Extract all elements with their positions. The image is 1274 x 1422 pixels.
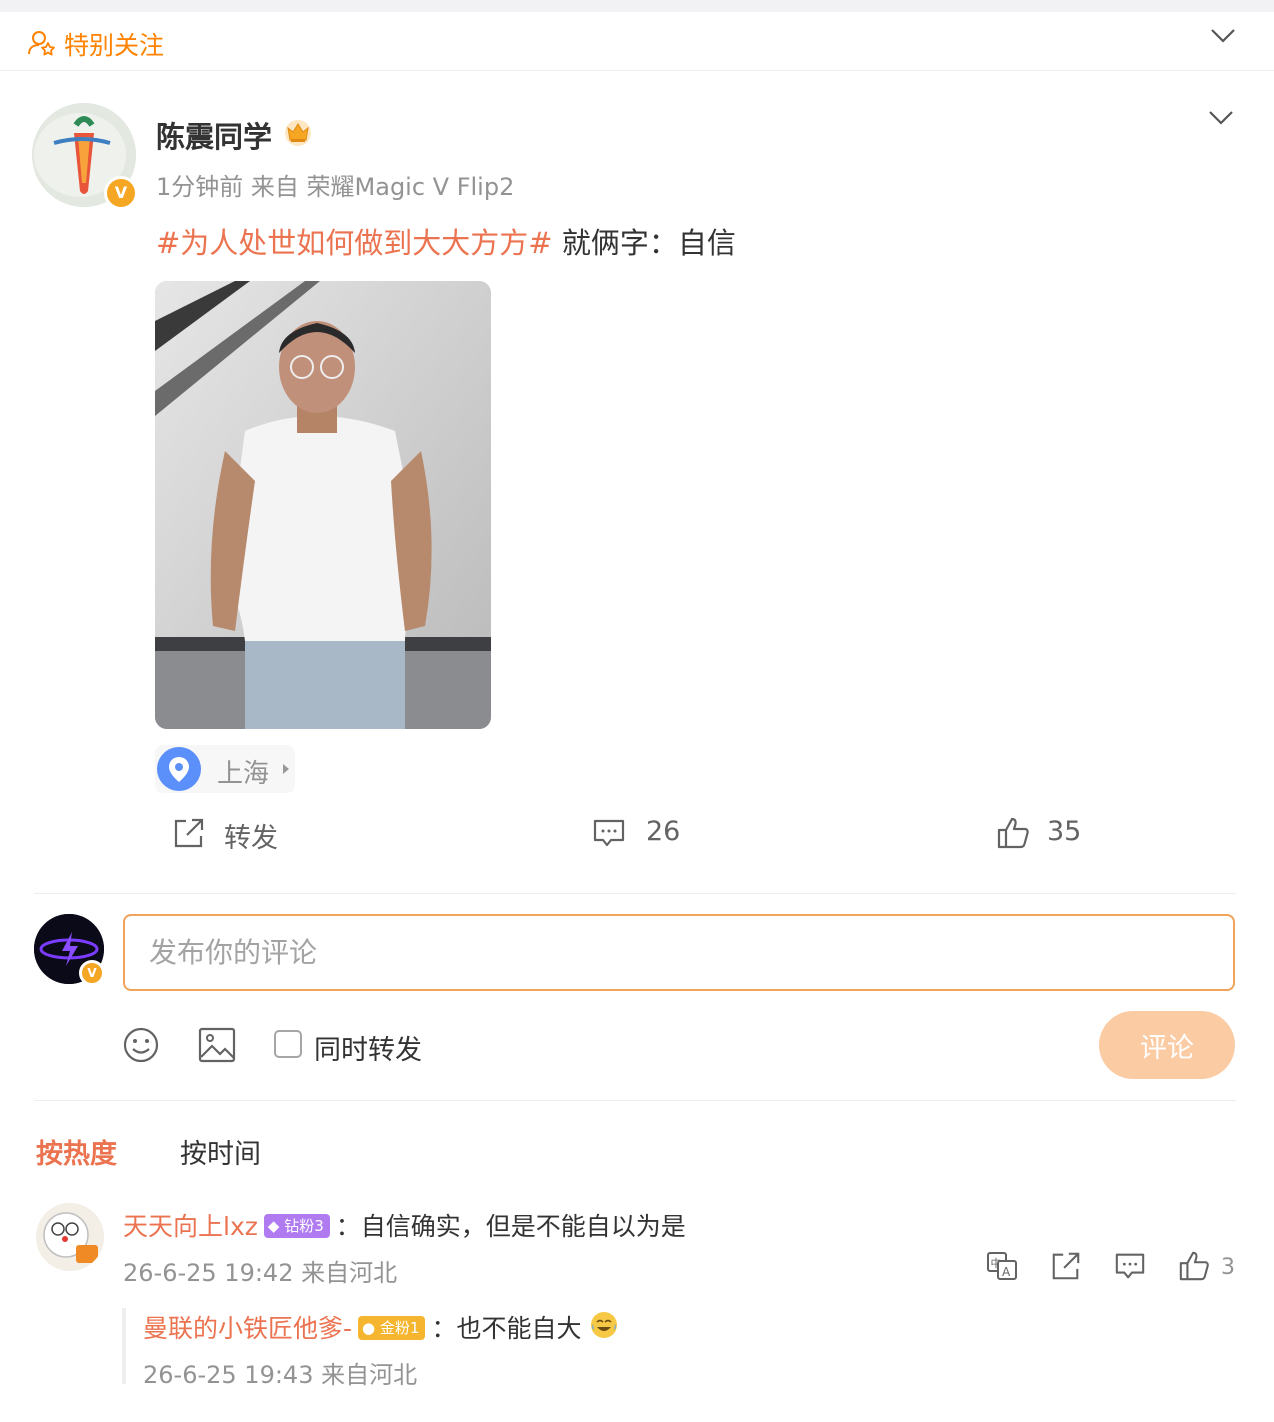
reply-line: 曼联的小铁匠他爹- ● 金粉1 ：也不能自大 (143, 1309, 619, 1350)
comment-button[interactable]: 26 (592, 812, 692, 858)
image-upload-icon[interactable] (197, 1025, 237, 1065)
crown-icon (282, 116, 314, 148)
sort-by-hot-tab[interactable]: 按热度 (36, 1132, 117, 1171)
top-strip (0, 0, 1274, 12)
location-pin-icon (157, 747, 201, 791)
commenter-avatar[interactable] (36, 1203, 104, 1271)
diamond-fan-badge: ◆ 钻粉3 (263, 1214, 330, 1238)
gold-fan-badge: ● 金粉1 (358, 1316, 426, 1340)
comment-icon (592, 816, 626, 854)
comment-share-icon[interactable] (1050, 1250, 1082, 1282)
post-meta: 1分钟前 来自 荣耀Magic V Flip2 (156, 173, 515, 201)
thumbs-up-icon (996, 816, 1030, 854)
also-repost-checkbox[interactable] (274, 1030, 302, 1058)
special-follow-header[interactable]: 特别关注 (0, 12, 1274, 71)
comment-text: ：自信确实，但是不能自以为是 (335, 1212, 686, 1241)
reply-icon[interactable] (1114, 1250, 1146, 1282)
comment-time: 26-6-25 19:42 来自河北 (123, 1259, 398, 1287)
divider (34, 1100, 1236, 1101)
emoji-icon[interactable] (121, 1025, 161, 1065)
post-content: #为人处世如何做到大大方方# 就俩字：自信 (156, 220, 736, 262)
chevron-down-icon[interactable] (1210, 28, 1236, 44)
fan-badge-label: 钻粉3 (284, 1217, 324, 1235)
comment-line: 天天向上lxz ◆ 钻粉3 ：自信确实，但是不能自以为是 (123, 1207, 686, 1243)
svg-text:A: A (1002, 1265, 1011, 1279)
comment-like-icon[interactable] (1178, 1250, 1210, 1282)
fan-badge-label: 金粉1 (379, 1319, 420, 1337)
like-count: 35 (1047, 816, 1082, 847)
post-menu-chevron-icon[interactable] (1208, 110, 1234, 126)
post-text: 就俩字：自信 (561, 226, 736, 260)
laugh-cry-emoji-icon (589, 1310, 619, 1346)
comment-input[interactable] (123, 914, 1235, 991)
caret-right-icon (283, 764, 289, 774)
divider (34, 893, 1236, 894)
location-label: 上海 (217, 759, 270, 789)
special-follow-label: 特别关注 (64, 31, 165, 60)
like-button[interactable]: 35 (996, 812, 1096, 858)
repost-button[interactable]: 转发 (172, 812, 292, 858)
location-tag[interactable]: 上海 (155, 745, 295, 793)
gold-icon: ● (362, 1319, 376, 1337)
comment-count: 26 (646, 816, 681, 847)
diamond-icon: ◆ (267, 1217, 280, 1235)
topic-link[interactable]: #为人处世如何做到大大方方# (156, 226, 553, 260)
repost-label: 转发 (224, 823, 278, 854)
my-verified-badge-icon: V (79, 960, 105, 986)
reply-username[interactable]: 曼联的小铁匠他爹- (143, 1314, 352, 1343)
sort-by-time-tab[interactable]: 按时间 (180, 1132, 261, 1171)
reply-thread-bar (122, 1308, 126, 1384)
author-name[interactable]: 陈震同学 (156, 114, 272, 156)
also-repost-label[interactable]: 同时转发 (314, 1028, 422, 1067)
share-icon (172, 816, 206, 854)
comment-like-count: 3 (1221, 1255, 1235, 1280)
user-star-icon (28, 30, 58, 56)
submit-comment-button[interactable]: 评论 (1099, 1011, 1235, 1079)
reply-text: ：也不能自大 (431, 1314, 582, 1343)
post-image[interactable] (155, 281, 491, 729)
comment-username[interactable]: 天天向上lxz (123, 1212, 258, 1241)
verified-badge-icon: V (104, 176, 138, 210)
reply-time: 26-6-25 19:43 来自河北 (143, 1361, 418, 1389)
translate-icon[interactable]: 中A (986, 1250, 1018, 1282)
